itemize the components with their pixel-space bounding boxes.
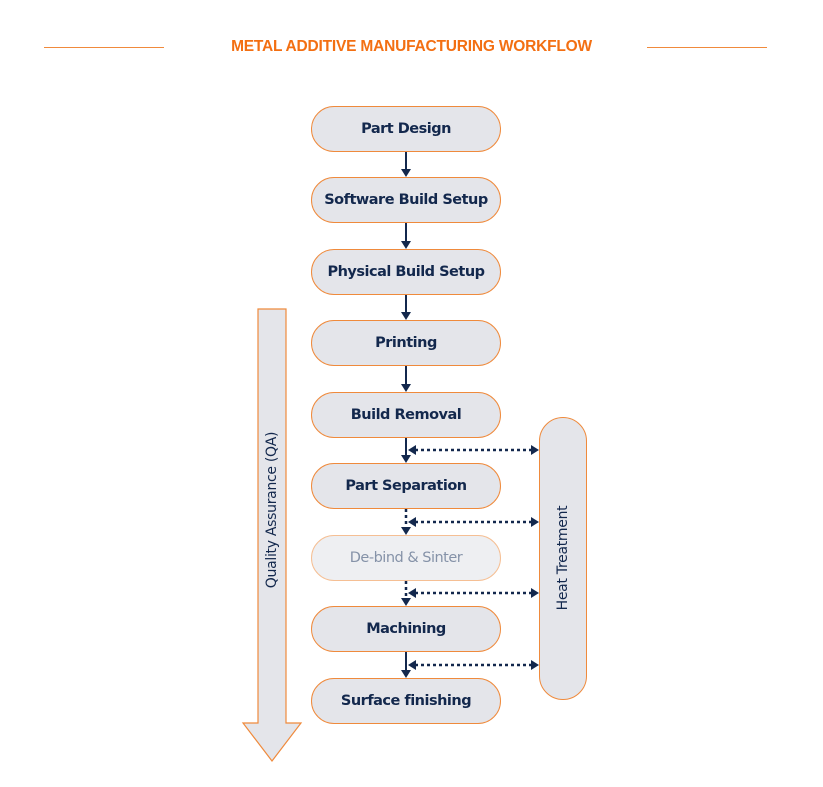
- step-label: De-bind & Sinter: [349, 550, 463, 566]
- arrow-down-icon: [401, 527, 411, 535]
- step-build-removal[interactable]: Build Removal: [311, 392, 501, 438]
- arrow-left-icon: [408, 517, 416, 527]
- step-part-separation[interactable]: Part Separation: [311, 463, 501, 509]
- step-label: Build Removal: [350, 407, 462, 423]
- arrow-down-icon: [401, 384, 411, 392]
- arrow-left-icon: [408, 660, 416, 670]
- step-machining[interactable]: Machining: [311, 606, 501, 652]
- step-label: Part Design: [361, 121, 451, 137]
- step-label: Software Build Setup: [324, 192, 488, 208]
- arrow-down-icon: [401, 455, 411, 463]
- step-label: Part Separation: [345, 478, 467, 494]
- step-label: Physical Build Setup: [327, 264, 485, 280]
- arrow-right-icon: [531, 588, 539, 598]
- step-surface-finishing[interactable]: Surface finishing: [311, 678, 501, 724]
- arrow-down-icon: [401, 598, 411, 606]
- arrow-right-icon: [531, 660, 539, 670]
- arrow-down-icon: [401, 312, 411, 320]
- step-label: Machining: [366, 621, 446, 637]
- arrow-down-icon: [401, 241, 411, 249]
- step-physical-build-setup[interactable]: Physical Build Setup: [311, 249, 501, 295]
- step-part-design[interactable]: Part Design: [311, 106, 501, 152]
- step-label: Printing: [375, 335, 437, 351]
- step-printing[interactable]: Printing: [311, 320, 501, 366]
- step-software-build-setup[interactable]: Software Build Setup: [311, 177, 501, 223]
- arrow-left-icon: [408, 588, 416, 598]
- arrow-left-icon: [408, 445, 416, 455]
- arrow-right-icon: [531, 517, 539, 527]
- arrow-down-icon: [401, 169, 411, 177]
- step-label: Surface finishing: [340, 693, 472, 709]
- arrow-down-icon: [401, 670, 411, 678]
- step-debind-sinter[interactable]: De-bind & Sinter: [311, 535, 501, 581]
- arrow-right-icon: [531, 445, 539, 455]
